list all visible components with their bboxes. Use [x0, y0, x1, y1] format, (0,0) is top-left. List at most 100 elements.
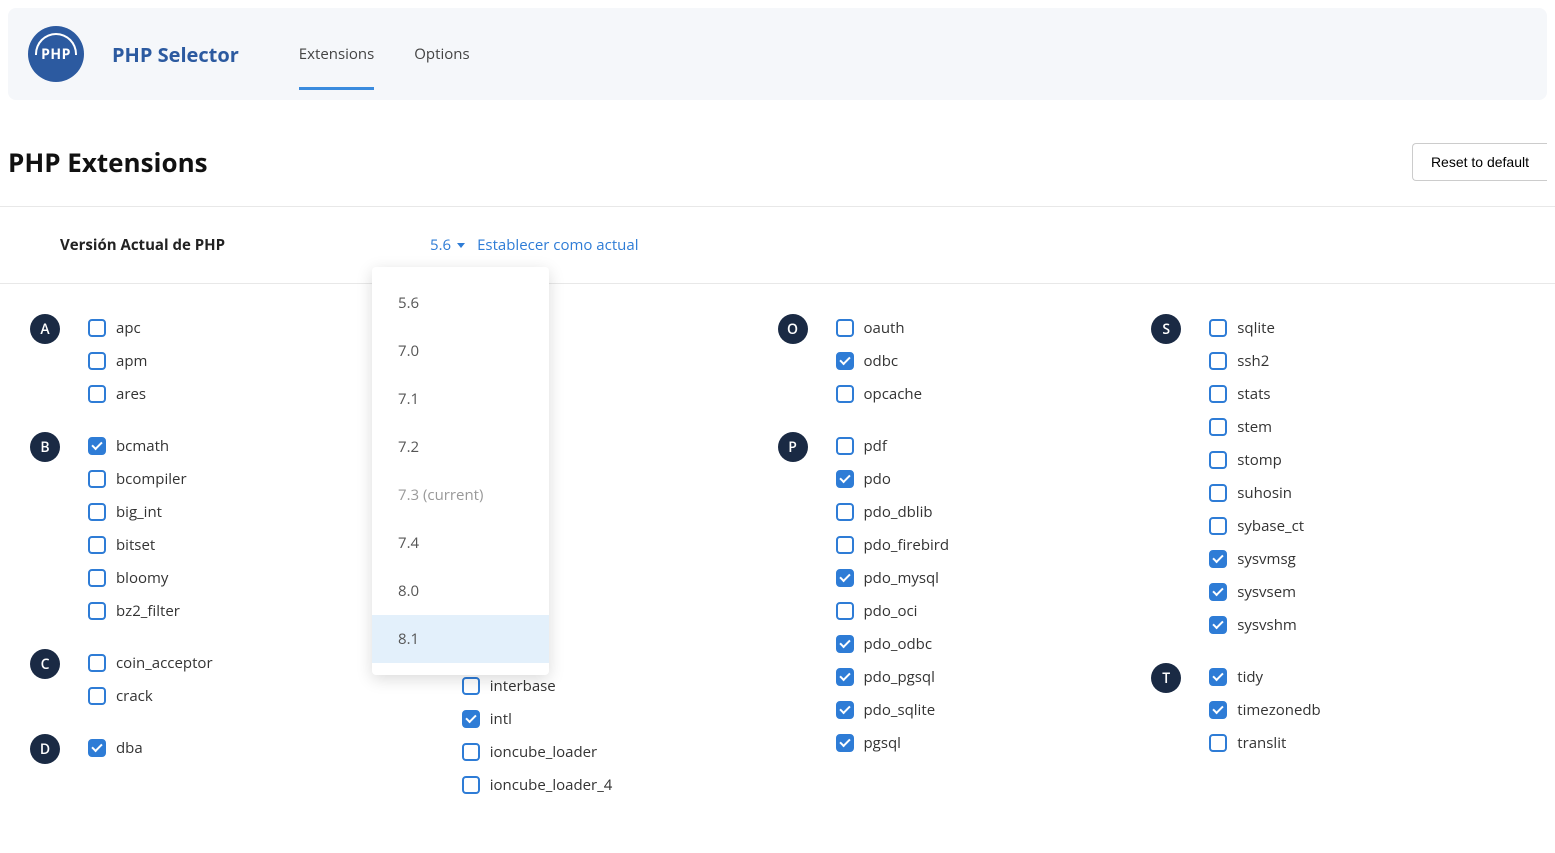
- ext-checkbox[interactable]: [88, 437, 106, 455]
- ext-label[interactable]: suhosin: [1237, 483, 1292, 503]
- ext-checkbox[interactable]: [462, 677, 480, 695]
- ext-label[interactable]: bloomy: [116, 568, 168, 588]
- ext-checkbox[interactable]: [88, 352, 106, 370]
- ext-label[interactable]: ioncube_loader: [490, 742, 597, 762]
- ext-label[interactable]: opcache: [864, 384, 923, 404]
- caret-down-icon[interactable]: [457, 243, 465, 248]
- reset-to-default-button[interactable]: Reset to default: [1412, 143, 1547, 181]
- ext-checkbox[interactable]: [836, 385, 854, 403]
- tab-extensions[interactable]: Extensions: [299, 18, 374, 90]
- ext-checkbox[interactable]: [88, 536, 106, 554]
- ext-checkbox[interactable]: [88, 739, 106, 757]
- ext-checkbox[interactable]: [1209, 517, 1227, 535]
- ext-checkbox[interactable]: [836, 536, 854, 554]
- ext-label[interactable]: ioncube_loader_4: [490, 775, 613, 795]
- ext-checkbox[interactable]: [88, 385, 106, 403]
- version-option[interactable]: 7.2: [372, 423, 549, 471]
- ext-checkbox[interactable]: [836, 668, 854, 686]
- ext-checkbox[interactable]: [462, 743, 480, 761]
- ext-checkbox[interactable]: [1209, 734, 1227, 752]
- ext-label[interactable]: apc: [116, 318, 141, 338]
- ext-label[interactable]: apm: [116, 351, 147, 371]
- ext-checkbox[interactable]: [88, 470, 106, 488]
- ext-label[interactable]: pdo_oci: [864, 601, 918, 621]
- ext-checkbox[interactable]: [88, 602, 106, 620]
- ext-label[interactable]: translit: [1237, 733, 1286, 753]
- ext-checkbox[interactable]: [836, 503, 854, 521]
- ext-checkbox[interactable]: [462, 776, 480, 794]
- ext-checkbox[interactable]: [1209, 668, 1227, 686]
- ext-label[interactable]: sybase_ct: [1237, 516, 1304, 536]
- version-option[interactable]: 5.6: [372, 279, 549, 327]
- ext-checkbox[interactable]: [836, 470, 854, 488]
- ext-label[interactable]: pdf: [864, 436, 887, 456]
- version-option[interactable]: 7.3 (current): [372, 471, 549, 519]
- set-as-current-link[interactable]: Establecer como actual: [477, 235, 638, 255]
- ext-label[interactable]: sysvmsg: [1237, 549, 1295, 569]
- ext-checkbox[interactable]: [836, 734, 854, 752]
- ext-label[interactable]: pdo_dblib: [864, 502, 933, 522]
- ext-checkbox[interactable]: [836, 319, 854, 337]
- ext-checkbox[interactable]: [1209, 616, 1227, 634]
- version-value[interactable]: 5.6: [430, 235, 451, 255]
- ext-label[interactable]: sysvshm: [1237, 615, 1297, 635]
- ext-label[interactable]: tidy: [1237, 667, 1263, 687]
- ext-label[interactable]: stomp: [1237, 450, 1282, 470]
- ext-checkbox[interactable]: [1209, 418, 1227, 436]
- ext-label[interactable]: crack: [116, 686, 153, 706]
- ext-label[interactable]: stem: [1237, 417, 1272, 437]
- ext-label[interactable]: sysvsem: [1237, 582, 1296, 602]
- ext-label[interactable]: intl: [490, 709, 512, 729]
- ext-checkbox[interactable]: [1209, 701, 1227, 719]
- ext-label[interactable]: big_int: [116, 502, 162, 522]
- ext-checkbox[interactable]: [1209, 583, 1227, 601]
- ext-checkbox[interactable]: [836, 635, 854, 653]
- version-option[interactable]: 7.4: [372, 519, 549, 567]
- ext-label[interactable]: bitset: [116, 535, 155, 555]
- ext-checkbox[interactable]: [1209, 484, 1227, 502]
- tab-options[interactable]: Options: [414, 18, 469, 90]
- ext-checkbox[interactable]: [462, 710, 480, 728]
- version-option[interactable]: 7.0: [372, 327, 549, 375]
- ext-checkbox[interactable]: [1209, 550, 1227, 568]
- ext-label[interactable]: pdo: [864, 469, 891, 489]
- ext-checkbox[interactable]: [1209, 319, 1227, 337]
- ext-label[interactable]: odbc: [864, 351, 899, 371]
- version-option[interactable]: 8.0: [372, 567, 549, 615]
- ext-checkbox[interactable]: [88, 319, 106, 337]
- ext-label[interactable]: pdo_sqlite: [864, 700, 936, 720]
- ext-label[interactable]: timezonedb: [1237, 700, 1320, 720]
- ext-checkbox[interactable]: [88, 687, 106, 705]
- ext-checkbox[interactable]: [88, 569, 106, 587]
- ext-label[interactable]: pdo_mysql: [864, 568, 939, 588]
- ext-checkbox[interactable]: [836, 701, 854, 719]
- ext-label[interactable]: sqlite: [1237, 318, 1275, 338]
- ext-label[interactable]: oauth: [864, 318, 905, 338]
- ext-label[interactable]: bz2_filter: [116, 601, 180, 621]
- ext-label[interactable]: coin_acceptor: [116, 653, 213, 673]
- ext-label[interactable]: ares: [116, 384, 146, 404]
- letter-badge: B: [30, 432, 60, 462]
- ext-checkbox[interactable]: [836, 602, 854, 620]
- ext-checkbox[interactable]: [836, 569, 854, 587]
- ext-item: sybase_ct: [1209, 516, 1304, 536]
- ext-label[interactable]: ssh2: [1237, 351, 1269, 371]
- ext-label[interactable]: pdo_odbc: [864, 634, 933, 654]
- ext-label[interactable]: pgsql: [864, 733, 901, 753]
- version-option[interactable]: 8.1: [372, 615, 549, 663]
- ext-checkbox[interactable]: [88, 503, 106, 521]
- ext-checkbox[interactable]: [836, 437, 854, 455]
- ext-label[interactable]: pdo_firebird: [864, 535, 950, 555]
- ext-checkbox[interactable]: [836, 352, 854, 370]
- ext-label[interactable]: stats: [1237, 384, 1270, 404]
- ext-label[interactable]: bcompiler: [116, 469, 187, 489]
- ext-label[interactable]: bcmath: [116, 436, 169, 456]
- ext-checkbox[interactable]: [1209, 451, 1227, 469]
- ext-label[interactable]: dba: [116, 738, 143, 758]
- version-option[interactable]: 7.1: [372, 375, 549, 423]
- ext-label[interactable]: pdo_pgsql: [864, 667, 935, 687]
- ext-checkbox[interactable]: [1209, 352, 1227, 370]
- ext-checkbox[interactable]: [1209, 385, 1227, 403]
- ext-label[interactable]: interbase: [490, 676, 556, 696]
- ext-checkbox[interactable]: [88, 654, 106, 672]
